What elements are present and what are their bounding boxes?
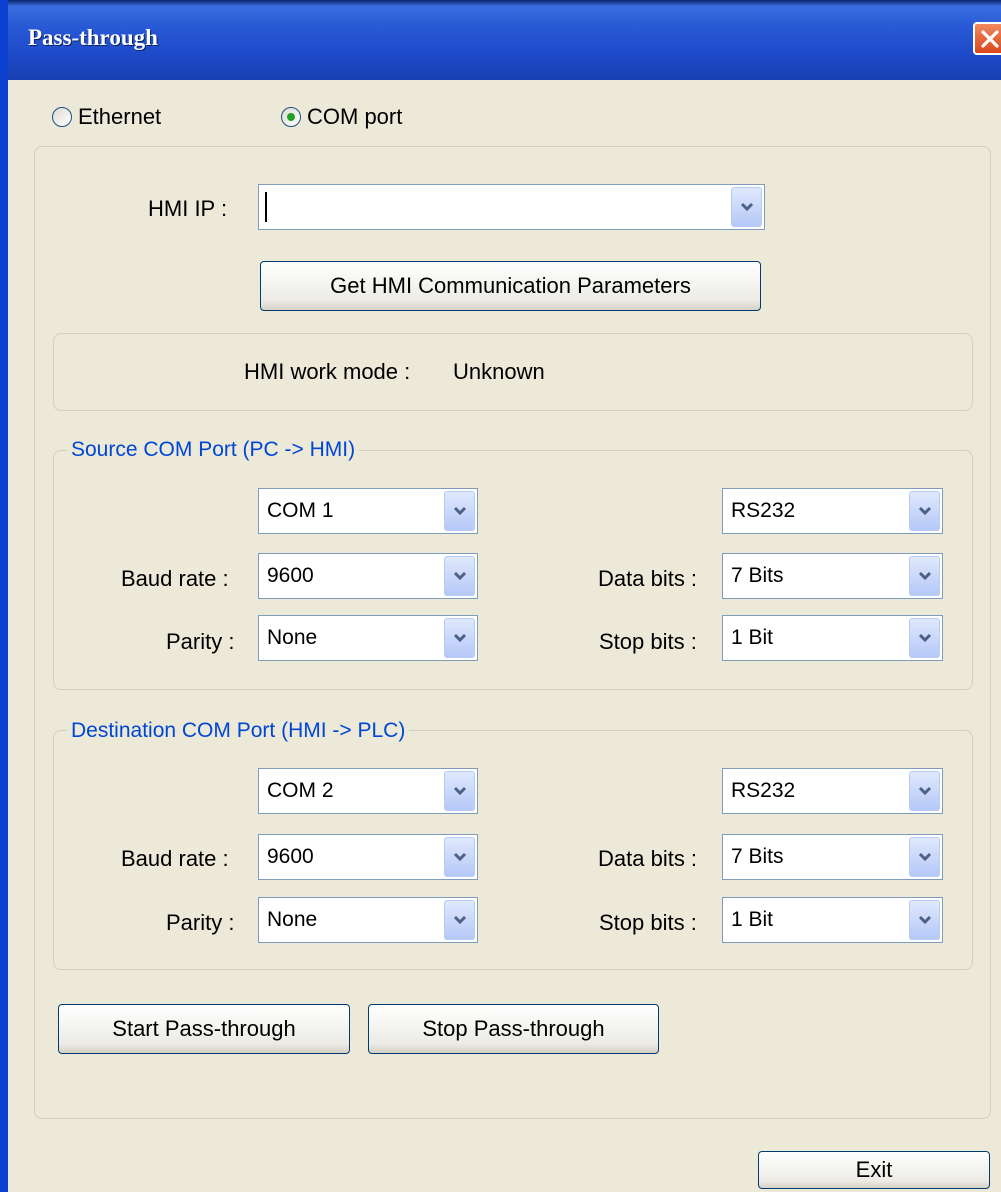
com-port-radio[interactable]: COM port — [281, 104, 402, 130]
title-bar[interactable]: Pass-through — [8, 0, 1001, 80]
dropdown-arrow[interactable] — [909, 556, 940, 596]
ethernet-radio[interactable]: Ethernet — [52, 104, 161, 130]
source-stop-bits-label: Stop bits : — [599, 629, 697, 654]
destination-com-legend: Destination COM Port (HMI -> PLC) — [67, 719, 410, 743]
dropdown-arrow[interactable] — [731, 187, 762, 227]
work-mode-label: HMI work mode : — [244, 359, 411, 384]
source-baud-value: 9600 — [267, 564, 314, 587]
hmi-ip-label: HMI IP : — [148, 196, 228, 221]
destination-port-select[interactable]: COM 2 — [258, 768, 478, 814]
dropdown-arrow[interactable] — [909, 491, 940, 531]
destination-data-bits-select[interactable]: 7 Bits — [722, 834, 943, 880]
chevron-down-icon — [453, 633, 466, 643]
source-baud-select[interactable]: 9600 — [258, 553, 478, 599]
destination-data-bits-value: 7 Bits — [731, 845, 784, 868]
source-parity-select[interactable]: None — [258, 615, 478, 661]
dropdown-arrow[interactable] — [909, 618, 940, 658]
source-parity-value: None — [267, 626, 318, 649]
source-parity-label: Parity : — [166, 629, 235, 654]
dropdown-arrow[interactable] — [444, 771, 475, 811]
get-parameters-button[interactable]: Get HMI Communication Parameters — [260, 261, 761, 311]
source-com-legend: Source COM Port (PC -> HMI) — [67, 438, 360, 462]
destination-baud-label: Baud rate : — [121, 846, 229, 871]
source-interface-select[interactable]: RS232 — [722, 488, 943, 534]
chevron-down-icon — [740, 202, 753, 212]
dropdown-arrow[interactable] — [444, 556, 475, 596]
chevron-down-icon — [918, 786, 931, 796]
chevron-down-icon — [918, 571, 931, 581]
source-stop-bits-select[interactable]: 1 Bit — [722, 615, 943, 661]
start-pass-through-button[interactable]: Start Pass-through — [58, 1004, 350, 1054]
chevron-down-icon — [453, 786, 466, 796]
hmi-ip-combo[interactable] — [258, 184, 765, 230]
destination-interface-select[interactable]: RS232 — [722, 768, 943, 814]
chevron-down-icon — [453, 571, 466, 581]
chevron-down-icon — [453, 506, 466, 516]
destination-parity-value: None — [267, 908, 318, 931]
destination-baud-value: 9600 — [267, 845, 314, 868]
chevron-down-icon — [918, 915, 931, 925]
close-icon — [980, 29, 999, 48]
exit-button[interactable]: Exit — [758, 1151, 990, 1189]
dropdown-arrow[interactable] — [444, 491, 475, 531]
destination-port-value: COM 2 — [267, 779, 334, 802]
destination-stop-bits-label: Stop bits : — [599, 910, 697, 935]
destination-parity-label: Parity : — [166, 910, 235, 935]
dropdown-arrow[interactable] — [909, 900, 940, 940]
com-port-label: COM port — [307, 104, 403, 129]
work-mode-value: Unknown — [453, 359, 545, 384]
text-cursor — [265, 192, 267, 222]
radio-checked-icon — [281, 107, 301, 127]
chevron-down-icon — [918, 633, 931, 643]
source-data-bits-value: 7 Bits — [731, 564, 784, 587]
dropdown-arrow[interactable] — [909, 771, 940, 811]
chevron-down-icon — [453, 915, 466, 925]
source-stop-bits-value: 1 Bit — [731, 626, 774, 649]
destination-stop-bits-value: 1 Bit — [731, 908, 774, 931]
dropdown-arrow[interactable] — [909, 837, 940, 877]
close-button[interactable] — [973, 22, 1001, 55]
ethernet-label: Ethernet — [78, 104, 162, 129]
source-port-value: COM 1 — [267, 499, 334, 522]
chevron-down-icon — [918, 852, 931, 862]
destination-baud-select[interactable]: 9600 — [258, 834, 478, 880]
pass-through-dialog: Pass-through Ethernet COM port HMI IP : … — [0, 0, 1001, 1192]
window-title: Pass-through — [28, 25, 158, 50]
chevron-down-icon — [453, 852, 466, 862]
source-data-bits-select[interactable]: 7 Bits — [722, 553, 943, 599]
source-data-bits-label: Data bits : — [598, 566, 698, 591]
source-interface-value: RS232 — [731, 499, 796, 522]
source-port-select[interactable]: COM 1 — [258, 488, 478, 534]
source-baud-label: Baud rate : — [121, 566, 229, 591]
stop-pass-through-button[interactable]: Stop Pass-through — [368, 1004, 659, 1054]
dropdown-arrow[interactable] — [444, 618, 475, 658]
dropdown-arrow[interactable] — [444, 837, 475, 877]
chevron-down-icon — [918, 506, 931, 516]
radio-unchecked-icon — [52, 107, 72, 127]
destination-interface-value: RS232 — [731, 779, 796, 802]
dropdown-arrow[interactable] — [444, 900, 475, 940]
destination-stop-bits-select[interactable]: 1 Bit — [722, 897, 943, 943]
destination-parity-select[interactable]: None — [258, 897, 478, 943]
destination-data-bits-label: Data bits : — [598, 846, 698, 871]
